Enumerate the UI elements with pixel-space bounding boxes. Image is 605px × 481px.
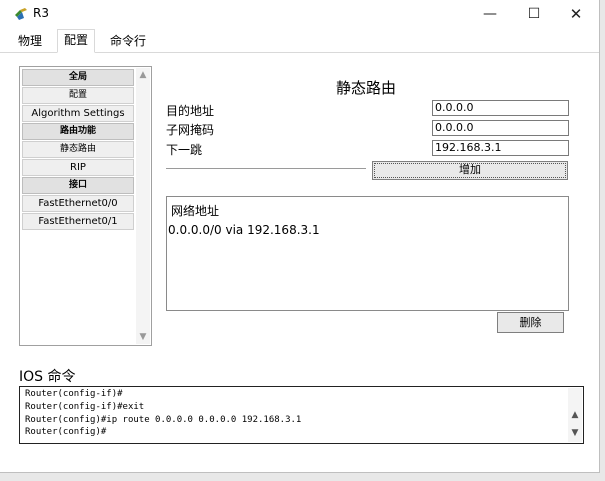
network-address-list[interactable]: 网络地址 0.0.0.0/0 via 192.168.3.1: [166, 196, 569, 311]
nav-list: 全局 配置 Algorithm Settings 路由功能 静态路由 RIP 接…: [22, 69, 134, 231]
next-hop-input[interactable]: 192.168.3.1: [432, 140, 569, 156]
nav-scrollbar[interactable]: ▲ ▼: [136, 68, 150, 344]
minimize-icon[interactable]: —: [469, 0, 511, 28]
add-route-button[interactable]: 增加: [372, 161, 568, 180]
dest-address-label: 目的地址: [166, 104, 215, 118]
nav-item-static-routing[interactable]: 静态路由: [22, 141, 134, 158]
nav-item-algorithm-settings[interactable]: Algorithm Settings: [22, 105, 134, 122]
router-app-icon: [13, 6, 29, 22]
console-scrollbar[interactable]: ▲ ▼: [568, 388, 582, 442]
tab-cli[interactable]: 命令行: [104, 31, 152, 51]
subnet-mask-input[interactable]: 0.0.0.0: [432, 120, 569, 136]
window-title: R3: [33, 6, 49, 20]
console-line: Router(config)#: [25, 427, 107, 438]
title-bar: R3 — ☐ ✕: [0, 0, 599, 28]
network-address-header: 网络地址: [171, 204, 220, 218]
scroll-down-icon[interactable]: ▼: [570, 428, 580, 438]
scroll-down-icon[interactable]: ▼: [138, 332, 148, 342]
console-output: Router(config-if)# Router(config-if)#exit…: [25, 388, 301, 439]
settings-nav: 全局 配置 Algorithm Settings 路由功能 静态路由 RIP 接…: [19, 66, 152, 346]
dest-address-input[interactable]: 0.0.0.0: [432, 100, 569, 116]
tab-physical[interactable]: 物理: [12, 31, 48, 51]
next-hop-label: 下一跳: [166, 143, 203, 157]
ios-console[interactable]: Router(config-if)# Router(config-if)#exit…: [19, 386, 584, 444]
nav-item-rip[interactable]: RIP: [22, 159, 134, 176]
nav-header-routing: 路由功能: [22, 123, 134, 140]
nav-header-interface: 接口: [22, 177, 134, 194]
console-line: Router(config-if)#: [25, 389, 123, 399]
nav-item-fastethernet0-1[interactable]: FastEthernet0/1: [22, 213, 134, 230]
scroll-up-icon[interactable]: ▲: [570, 410, 580, 420]
nav-header-global: 全局: [22, 69, 134, 86]
nav-item-fastethernet0-0[interactable]: FastEthernet0/0: [22, 195, 134, 212]
config-content: 全局 配置 Algorithm Settings 路由功能 静态路由 RIP 接…: [6, 53, 598, 468]
console-line: Router(config-if)#exit: [25, 401, 145, 412]
tab-bar: 物理 配置 命令行: [0, 28, 599, 53]
nav-item-settings[interactable]: 配置: [22, 87, 134, 104]
console-line: Router(config)#ip route 0.0.0.0 0.0.0.0 …: [25, 414, 302, 425]
router-config-window: R3 — ☐ ✕ 物理 配置 命令行 全局 配置 Algorithm Setti…: [0, 0, 600, 473]
close-icon[interactable]: ✕: [555, 0, 597, 28]
subnet-mask-label: 子网掩码: [166, 123, 215, 137]
maximize-icon[interactable]: ☐: [513, 0, 555, 28]
tab-config[interactable]: 配置: [57, 29, 96, 53]
delete-route-button[interactable]: 删除: [497, 312, 564, 333]
scroll-up-icon[interactable]: ▲: [138, 70, 148, 80]
separator-line: [166, 168, 366, 169]
ios-command-label: IOS 命令: [19, 369, 76, 385]
route-entry[interactable]: 0.0.0.0/0 via 192.168.3.1: [168, 223, 320, 237]
static-route-title: 静态路由: [336, 79, 397, 97]
